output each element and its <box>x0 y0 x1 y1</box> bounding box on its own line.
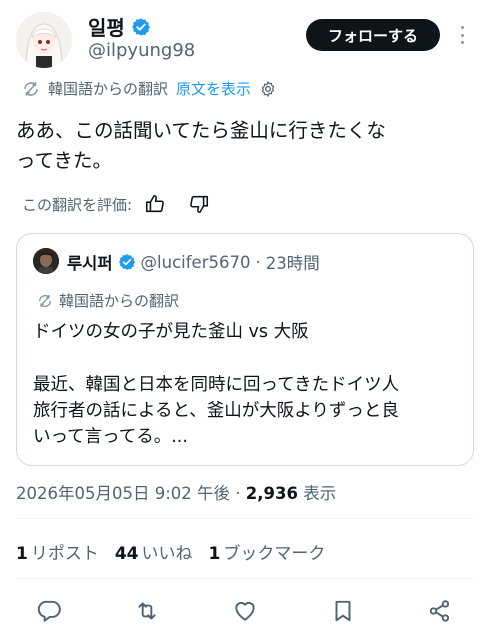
share-button[interactable] <box>425 596 455 626</box>
more-options-icon[interactable] <box>455 22 469 48</box>
translate-icon <box>24 81 38 96</box>
follow-button[interactable]: フォローする <box>306 19 440 51</box>
repost-button[interactable] <box>132 596 162 626</box>
views-label: 表示 <box>303 484 337 503</box>
quoted-body-line: いって言ってる。... <box>33 427 188 447</box>
likes-label: いいね <box>141 544 193 564</box>
translation-label: 韓国語からの翻訳 <box>48 80 169 98</box>
tweet-text-line: ってきた。 <box>16 149 112 172</box>
reply-icon <box>37 600 61 622</box>
reposts-count: 1 <box>16 544 28 564</box>
anime-girl-avatar-icon <box>16 12 72 68</box>
tweet-text: ああ、この話聞いてたら釜山に行きたくな ってきた。 <box>16 116 476 176</box>
reply-button[interactable] <box>34 596 64 626</box>
quoted-tweet-card[interactable]: 루시퍼 @lucifer5670 · 23時間 韓国語からの翻訳 ドイツの女の子… <box>16 233 474 466</box>
bookmark-icon <box>335 600 351 622</box>
reposts-label: リポスト <box>30 544 99 564</box>
quoted-handle: @lucifer5670 <box>140 252 251 272</box>
author-handle[interactable]: @ilpyung98 <box>88 40 195 61</box>
author-avatar[interactable] <box>16 12 72 68</box>
rate-translation-row: この翻訳を評価: <box>22 193 210 215</box>
author-display-name[interactable]: 일평 <box>88 12 125 41</box>
quoted-title: ドイツの女の子が見た釜山 vs 大阪 <box>33 322 309 342</box>
timestamp-separator: · <box>235 484 241 503</box>
heart-icon <box>235 601 255 621</box>
tweet-timestamp: 2026年05月05日 9:02 午後 · 2,936 表示 <box>16 480 336 504</box>
author-name-row: 일평 <box>88 12 151 41</box>
reposts-stat[interactable]: 1 リポスト <box>16 539 99 564</box>
divider <box>16 578 474 579</box>
quoted-body-line: 最近、韓国と日本を同時に回ってきたドイツ人 <box>33 375 400 395</box>
quoted-separator: · <box>255 252 261 272</box>
bookmarks-label: ブックマーク <box>223 544 326 564</box>
verified-badge-icon <box>118 254 135 270</box>
engagement-stats: 1 リポスト 44 いいね 1 ブックマーク <box>16 539 325 564</box>
bookmark-button[interactable] <box>328 596 358 626</box>
likes-stat[interactable]: 44 いいね <box>115 539 193 564</box>
translation-row: 韓国語からの翻訳 原文を表示 <box>22 78 277 99</box>
rate-translation-label: この翻訳を評価: <box>22 195 133 214</box>
quoted-author-row: 루시퍼 @lucifer5670 · 23時間 <box>67 250 320 274</box>
tweet-datetime[interactable]: 2026年05月05日 9:02 午後 <box>16 484 230 503</box>
quoted-author-avatar <box>33 248 59 274</box>
verified-badge-icon <box>131 17 150 36</box>
thumbs-up-icon[interactable] <box>144 193 166 215</box>
gear-icon[interactable] <box>259 80 277 98</box>
translate-icon <box>39 294 51 307</box>
dark-avatar-icon <box>33 248 59 274</box>
quoted-time: 23時間 <box>265 254 320 273</box>
thumbs-down-icon[interactable] <box>188 193 210 215</box>
quoted-translation-row: 韓国語からの翻訳 <box>37 290 179 311</box>
like-button[interactable] <box>230 596 260 626</box>
divider <box>16 518 474 519</box>
likes-count: 44 <box>114 544 139 564</box>
quoted-translation-label: 韓国語からの翻訳 <box>59 292 180 310</box>
bookmarks-stat[interactable]: 1 ブックマーク <box>209 539 326 564</box>
quoted-body: 最近、韓国と日本を同時に回ってきたドイツ人 旅行者の話によると、釜山が大阪よりず… <box>33 372 453 450</box>
quoted-display-name: 루시퍼 <box>67 254 113 273</box>
show-original-link[interactable]: 原文を表示 <box>176 78 251 99</box>
tweet-text-line: ああ、この話聞いてたら釜山に行きたくな <box>16 119 386 142</box>
bookmarks-count: 1 <box>208 544 221 564</box>
views-count: 2,936 <box>245 484 298 503</box>
repost-icon <box>138 602 156 620</box>
quoted-body-line: 旅行者の話によると、釜山が大阪よりずっと良 <box>33 401 399 421</box>
share-icon <box>429 600 450 622</box>
